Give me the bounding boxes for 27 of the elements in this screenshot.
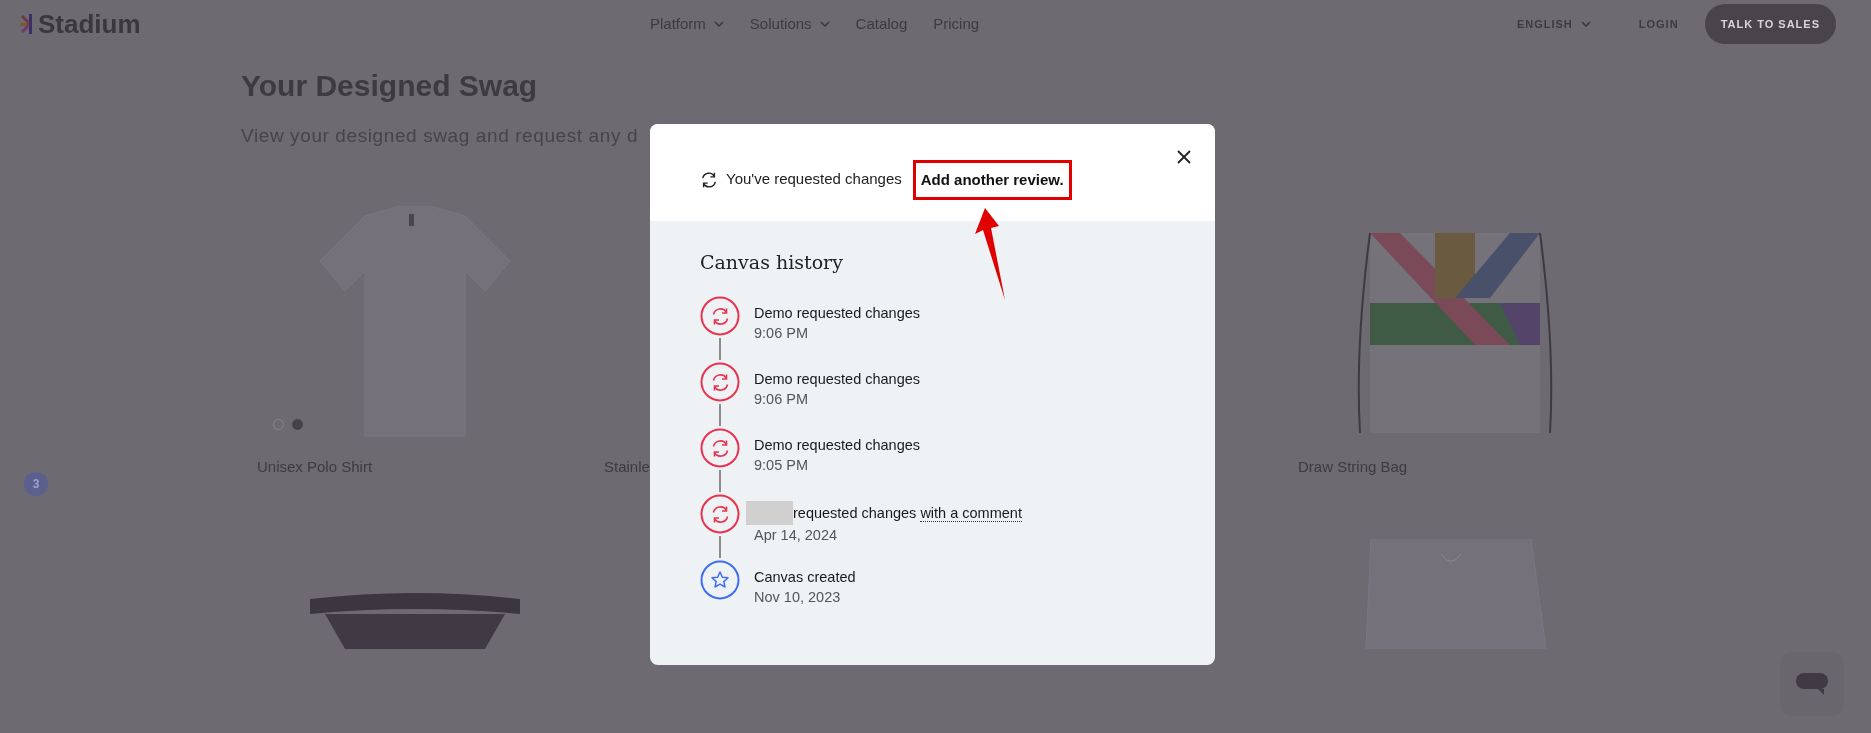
event-time: 9:06 PM — [754, 389, 809, 409]
comment-link[interactable]: with a comment — [920, 504, 1022, 522]
add-review-link[interactable]: Add another review. — [920, 170, 1064, 188]
refresh-icon — [700, 427, 740, 468]
chevron-down-icon — [1580, 21, 1591, 27]
talk-to-sales-button[interactable]: TALK TO SALES — [1704, 3, 1836, 45]
event-title: Canvas created — [754, 567, 856, 587]
event-title: Demo requested changes — [754, 303, 921, 323]
event-time: 9:06 PM — [754, 323, 809, 343]
chat-icon — [1796, 673, 1828, 695]
chat-button[interactable] — [1780, 652, 1844, 716]
event-title: Demo requested changes — [754, 369, 921, 389]
refresh-icon — [700, 493, 740, 534]
close-icon — [1177, 149, 1191, 164]
status-text: You've requested changes — [726, 169, 902, 190]
refresh-icon — [700, 170, 718, 189]
refresh-icon — [700, 295, 740, 336]
history-title: Canvas history — [700, 251, 844, 274]
notification-badge[interactable]: 3 — [24, 472, 48, 496]
event-time: Apr 14, 2024 — [754, 525, 839, 545]
carousel-dot[interactable] — [292, 419, 303, 430]
event-title: requested changes with a comment — [793, 503, 1022, 523]
event-title: Demo requested changes — [754, 435, 921, 455]
logo-icon — [20, 12, 34, 36]
refresh-icon — [700, 361, 740, 402]
event-time: 9:05 PM — [754, 455, 809, 475]
event-time: Nov 10, 2023 — [754, 587, 842, 607]
